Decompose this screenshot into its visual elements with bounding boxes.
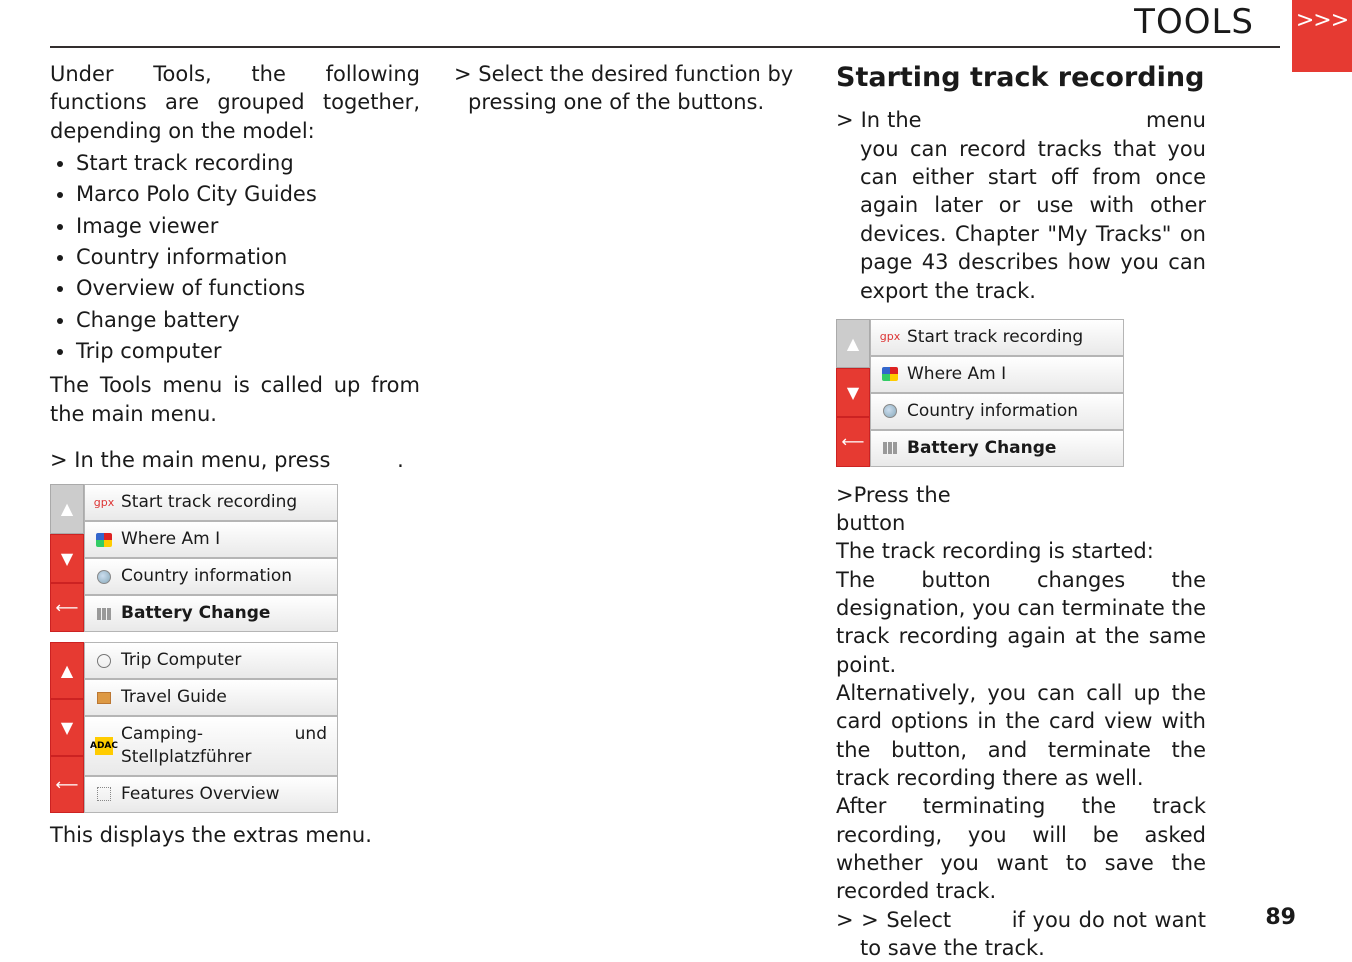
menu-item-label: Camping- und Stellplatzführer	[121, 723, 327, 769]
menu-item-label: Start track recording	[121, 491, 297, 514]
after-terminating-text: After terminating the track recording, y…	[836, 792, 1206, 905]
menu-screenshot-2: ▲ ▼ ⟵ Trip Computer Travel Guide ADAC Cam…	[50, 642, 338, 813]
press-post: button	[836, 511, 905, 535]
menu-item-label: Where Am I	[121, 528, 220, 551]
scroll-down-icon[interactable]: ▼	[836, 368, 870, 417]
features-icon	[95, 785, 113, 803]
menu-item-battery-change[interactable]: Battery Change	[870, 430, 1124, 467]
menu-item-label: Where Am I	[907, 363, 1006, 386]
menu-item-label: Start track recording	[907, 326, 1083, 349]
back-icon[interactable]: ⟵	[50, 756, 84, 813]
list-item: Overview of functions	[76, 274, 420, 302]
menu-item-country-info[interactable]: Country information	[84, 558, 338, 595]
column-2: > Select the desired function by pressin…	[454, 60, 824, 117]
header-arrows-tab: >>>	[1292, 0, 1352, 72]
column-3: Starting track recording > In the menu y…	[836, 60, 1206, 962]
tools-called-text: The Tools menu is called up from the mai…	[50, 371, 420, 428]
intro-text: Under Tools, the following functions are…	[50, 60, 420, 145]
mainpress-pre: > In the main menu, press	[50, 448, 337, 472]
menu-item-where-am-i[interactable]: Where Am I	[84, 521, 338, 558]
press-the-button-line: >Press the button	[836, 481, 1206, 538]
menu-item-start-track[interactable]: gpx Start track recording	[84, 484, 338, 521]
scroll-up-icon[interactable]: ▲	[50, 642, 84, 699]
press-pre: >Press the	[836, 483, 958, 507]
menu-item-label: Country information	[121, 565, 292, 588]
menu-item-start-track[interactable]: gpx Start track recording	[870, 319, 1124, 356]
menu-item-label: Trip Computer	[121, 649, 241, 672]
menu-item-label: Travel Guide	[121, 686, 227, 709]
selectno-blank	[959, 908, 1004, 932]
scroll-down-icon[interactable]: ▼	[50, 699, 84, 756]
clock-icon	[95, 652, 113, 670]
globe-icon	[95, 568, 113, 586]
back-icon[interactable]: ⟵	[50, 583, 84, 632]
select-function-text: > Select the desired function by pressin…	[454, 60, 824, 117]
inthe-post: menu you can record tracks that you can …	[860, 108, 1206, 302]
gpx-icon: gpx	[95, 494, 113, 512]
inthe-pre: > In the	[836, 108, 929, 132]
page-header: TOOLS >>>	[0, 0, 1352, 44]
menu-screenshot-1: ▲ ▼ ⟵ gpx Start track recording Where Am …	[50, 484, 338, 632]
main-menu-press-line: > In the main menu, press .	[50, 446, 420, 474]
book-icon	[95, 689, 113, 707]
scroll-up-icon[interactable]: ▲	[50, 484, 84, 533]
menu-item-label: Battery Change	[121, 602, 270, 625]
menu-item-trip-computer[interactable]: Trip Computer	[84, 642, 338, 679]
menu-screenshot-3: ▲ ▼ ⟵ gpx Start track recording Where Am …	[836, 319, 1124, 467]
menu-item-country-info[interactable]: Country information	[870, 393, 1124, 430]
inthe-blank	[929, 108, 1139, 132]
gpx-icon: gpx	[881, 328, 899, 346]
menu-item-battery-change[interactable]: Battery Change	[84, 595, 338, 632]
menu-item-label: Country information	[907, 400, 1078, 423]
scroll-down-icon[interactable]: ▼	[50, 534, 84, 583]
button-changes-text: The button changes the designation, you …	[836, 566, 1206, 679]
adac-badge-icon: ADAC	[95, 737, 113, 755]
menu-item-features-overview[interactable]: Features Overview	[84, 776, 338, 813]
alternatively-text: Alternatively, you can call up the card …	[836, 679, 1206, 792]
extras-menu-caption: This displays the extras menu.	[50, 821, 420, 849]
list-item: Start track recording	[76, 149, 420, 177]
menu-item-label: Battery Change	[907, 437, 1056, 460]
list-item: Trip computer	[76, 337, 420, 365]
page-number: 89	[1265, 905, 1296, 930]
header-rule	[50, 46, 1280, 48]
tools-list: Start track recording Marco Polo City Gu…	[66, 149, 420, 365]
list-item: Change battery	[76, 306, 420, 334]
menu-item-label: Features Overview	[121, 783, 280, 806]
list-item: Marco Polo City Guides	[76, 180, 420, 208]
press-blank	[958, 483, 1206, 507]
list-item: Country information	[76, 243, 420, 271]
battery-icon	[881, 439, 899, 457]
back-icon[interactable]: ⟵	[836, 417, 870, 466]
track-started-text: The track recording is started:	[836, 537, 1206, 565]
globe-icon	[881, 402, 899, 420]
flag-pin-icon	[95, 531, 113, 549]
mainpress-post: .	[397, 448, 404, 472]
header-title: TOOLS	[1134, 2, 1254, 42]
menu-item-where-am-i[interactable]: Where Am I	[870, 356, 1124, 393]
flag-pin-icon	[881, 365, 899, 383]
section-heading-start-track: Starting track recording	[836, 60, 1206, 96]
menu-item-adac-camping[interactable]: ADAC Camping- und Stellplatzführer	[84, 716, 338, 776]
selectno-pre: > > Select	[836, 908, 959, 932]
list-item: Image viewer	[76, 212, 420, 240]
in-the-menu-text: > In the menu you can record tracks that…	[836, 106, 1206, 304]
mainpress-blank	[337, 448, 390, 472]
battery-icon	[95, 605, 113, 623]
column-1: Under Tools, the following functions are…	[50, 60, 420, 849]
menu-item-travel-guide[interactable]: Travel Guide	[84, 679, 338, 716]
scroll-up-icon[interactable]: ▲	[836, 319, 870, 368]
